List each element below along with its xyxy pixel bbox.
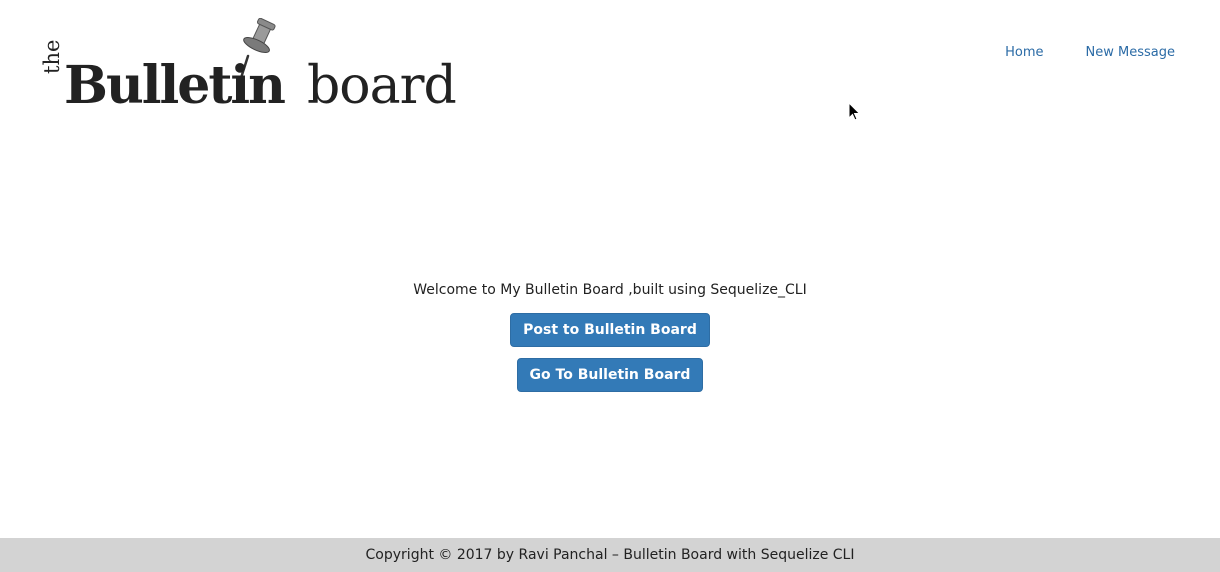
- logo-text-board: board: [307, 56, 457, 116]
- mouse-cursor-icon: [848, 102, 861, 121]
- logo-text-the: the: [40, 39, 64, 74]
- footer: Copyright © 2017 by Ravi Panchal – Bulle…: [0, 538, 1220, 572]
- main-content: Welcome to My Bulletin Board ,built usin…: [0, 280, 1220, 403]
- page: the Bulletin board Home New Message Welc…: [0, 0, 1220, 572]
- nav-home-link[interactable]: Home: [1005, 44, 1043, 62]
- site-logo[interactable]: the Bulletin board: [40, 18, 480, 122]
- go-to-bulletin-board-button[interactable]: Go To Bulletin Board: [516, 358, 704, 392]
- nav-new-message-link[interactable]: New Message: [1086, 44, 1175, 62]
- welcome-message: Welcome to My Bulletin Board ,built usin…: [413, 282, 807, 298]
- copyright-text: Copyright © 2017 by Ravi Panchal – Bulle…: [365, 547, 855, 563]
- post-to-bulletin-board-button[interactable]: Post to Bulletin Board: [510, 313, 710, 347]
- logo-text-bulletin: Bulletin: [64, 55, 286, 116]
- top-nav: Home New Message: [1005, 44, 1175, 62]
